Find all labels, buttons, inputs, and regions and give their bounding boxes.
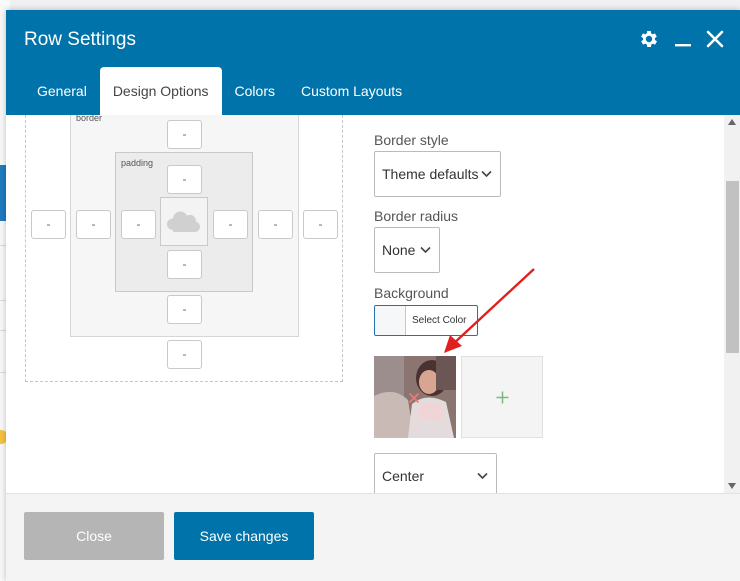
scroll-down-icon[interactable] [728, 483, 736, 489]
plus-icon [496, 391, 509, 404]
margin-left-input[interactable]: - [31, 210, 66, 239]
tab-bar: General Design Options Colors Custom Lay… [24, 67, 415, 115]
modal-body: border padding - - - - - - - - - - - Bor… [6, 115, 740, 493]
padding-label: padding [121, 158, 154, 168]
close-button[interactable]: Close [24, 512, 164, 560]
gear-icon[interactable] [638, 28, 660, 50]
border-top-input[interactable]: - [167, 165, 202, 194]
modal-title: Row Settings [24, 29, 136, 50]
modal-footer: Close Save changes [6, 493, 740, 581]
border-style-label: Border style [374, 132, 449, 148]
color-swatch[interactable] [375, 306, 406, 335]
border-left-input[interactable]: - [76, 210, 111, 239]
border-label: border [76, 115, 103, 123]
save-changes-button[interactable]: Save changes [174, 512, 314, 560]
padding-left-input[interactable]: - [121, 210, 156, 239]
content-placeholder-icon [167, 211, 200, 232]
padding-bottom-input[interactable]: - [167, 250, 202, 279]
margin-bottom-input[interactable]: - [167, 340, 202, 369]
box-model-content-area [160, 197, 208, 246]
border-style-value: Theme defaults [382, 166, 479, 182]
border-radius-value: None [382, 242, 416, 258]
header-controls [638, 28, 724, 50]
margin-right-input[interactable]: - [303, 210, 338, 239]
padding-right-input[interactable]: - [213, 210, 248, 239]
border-bottom-input[interactable]: - [167, 295, 202, 324]
row-settings-modal: Row Settings General Design Options Colo… [6, 10, 740, 581]
remove-image-icon[interactable] [408, 392, 420, 404]
minimize-icon[interactable] [674, 30, 692, 48]
background-position-value: Center [382, 468, 425, 484]
background-position-select[interactable]: Center [374, 453, 497, 493]
background-image-thumbnail[interactable] [374, 356, 456, 438]
close-icon[interactable] [706, 30, 724, 48]
tab-general[interactable]: General [24, 67, 100, 115]
chevron-down-icon [477, 472, 488, 480]
tab-custom-layouts[interactable]: Custom Layouts [288, 67, 415, 115]
chevron-down-icon [420, 246, 431, 254]
add-image-button[interactable] [461, 356, 543, 438]
margin-top-input[interactable]: - [167, 120, 202, 149]
chevron-down-icon [481, 170, 492, 178]
tab-design-options[interactable]: Design Options [99, 67, 222, 115]
annotation-arrow-icon [444, 268, 535, 353]
modal-header: Row Settings General Design Options Colo… [6, 10, 740, 115]
tab-colors[interactable]: Colors [222, 67, 288, 115]
border-radius-select[interactable]: None [374, 227, 440, 273]
scrollbar-thumb[interactable] [726, 181, 739, 353]
border-style-select[interactable]: Theme defaults [374, 151, 501, 197]
border-radius-label: Border radius [374, 208, 459, 224]
border-right-input[interactable]: - [258, 210, 293, 239]
scroll-up-icon[interactable] [728, 119, 736, 125]
